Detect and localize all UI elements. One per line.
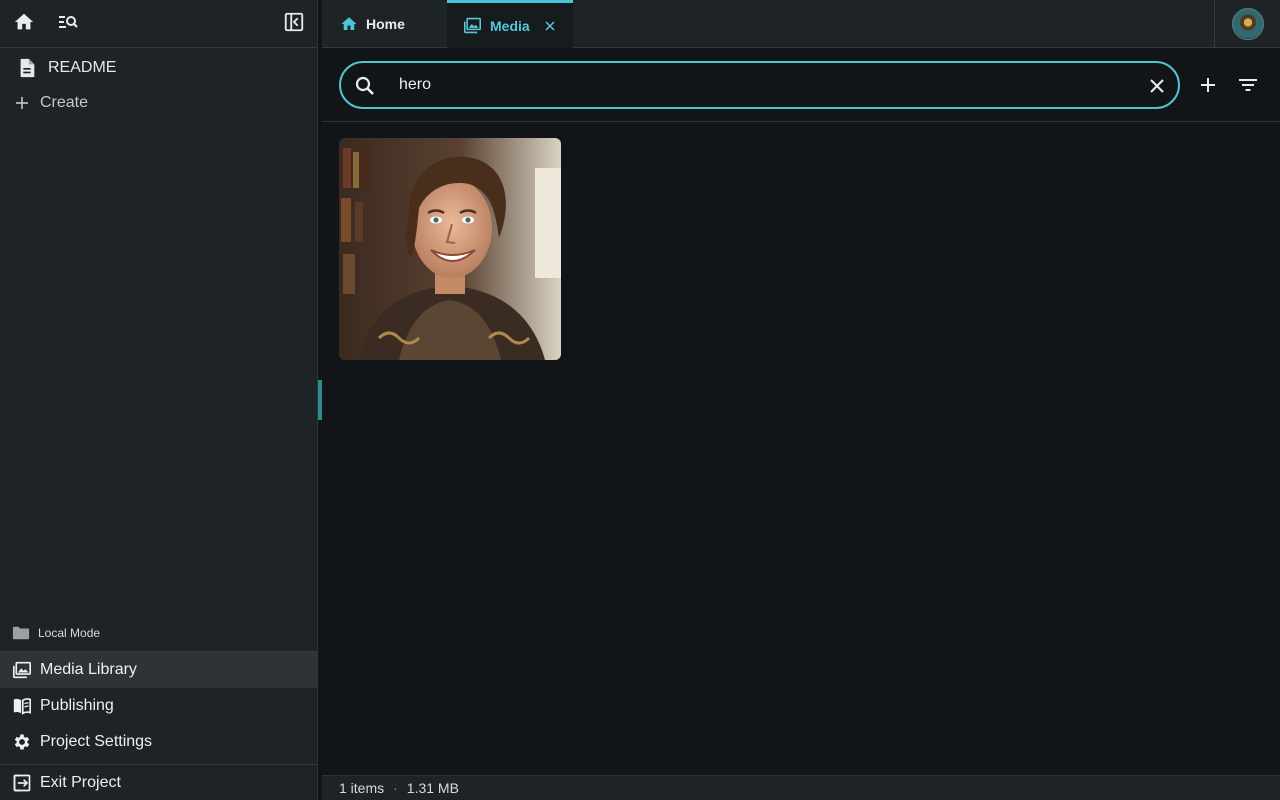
account-area [1214, 0, 1280, 48]
search-box [339, 61, 1180, 109]
sidebar-header [0, 0, 317, 48]
tab-media[interactable]: Media [447, 0, 573, 48]
gear-icon [14, 734, 30, 750]
clear-search-button[interactable] [1144, 73, 1170, 99]
add-media-button[interactable] [1194, 71, 1222, 99]
folder-icon [12, 626, 30, 640]
image-library-icon [13, 661, 31, 679]
media-thumbnail[interactable] [339, 138, 561, 360]
close-icon [1150, 79, 1164, 93]
nav-item-label: Media Library [40, 661, 137, 678]
search-icon [353, 74, 377, 103]
plus-icon [16, 97, 28, 109]
storage-mode-indicator: Local Mode [0, 620, 318, 646]
nav-item-label: Publishing [40, 697, 114, 714]
close-tab-button[interactable] [544, 20, 556, 32]
image-library-icon [464, 17, 481, 34]
home-icon [341, 17, 357, 30]
filter-icon [1239, 79, 1257, 91]
total-size: 1.31 MB [406, 780, 459, 796]
home-button[interactable] [10, 8, 38, 36]
nav-item-label: Project Settings [40, 733, 153, 750]
tab-bar: Home Media [322, 0, 1280, 48]
exit-icon [13, 774, 31, 791]
item-count: 1 items [339, 780, 385, 796]
nav-item-media-library[interactable]: Media Library [0, 652, 318, 688]
status-bar: 1 items · 1.31 MB [322, 775, 1280, 800]
storage-mode-label: Local Mode [38, 626, 101, 640]
nav-item-publishing[interactable]: Publishing [0, 688, 318, 724]
nav-item-project-settings[interactable]: Project Settings [0, 724, 318, 760]
media-toolbar [322, 49, 1280, 122]
portrait-image [339, 138, 561, 360]
plus-icon [1201, 78, 1215, 92]
avatar[interactable] [1231, 8, 1264, 40]
nav-item-label: Exit Project [40, 773, 121, 791]
create-label: Create [40, 94, 89, 111]
tab-label: Media [490, 17, 530, 34]
sidebar: README Create Local Mode Media Library P… [0, 0, 318, 800]
document-icon [20, 58, 35, 78]
filter-button[interactable] [1234, 71, 1262, 99]
sidebar-collapse-icon [284, 12, 304, 32]
book-icon [13, 698, 31, 715]
nav-item-exit-project[interactable]: Exit Project [0, 765, 318, 800]
page-item-readme[interactable]: README [0, 52, 318, 84]
home-icon [14, 13, 34, 30]
status-separator: · [393, 780, 398, 796]
create-page-button[interactable]: Create [0, 88, 318, 118]
app-window: README Create Local Mode Media Library P… [0, 0, 1280, 800]
close-icon [545, 20, 555, 31]
search-list-icon [59, 16, 78, 28]
tab-home[interactable]: Home [322, 0, 446, 48]
media-grid [322, 123, 1280, 775]
search-input[interactable] [399, 73, 1119, 97]
page-item-label: README [48, 59, 117, 76]
tab-label: Home [366, 16, 405, 32]
collapse-sidebar-button[interactable] [280, 8, 308, 36]
search-pages-button[interactable] [54, 8, 82, 36]
